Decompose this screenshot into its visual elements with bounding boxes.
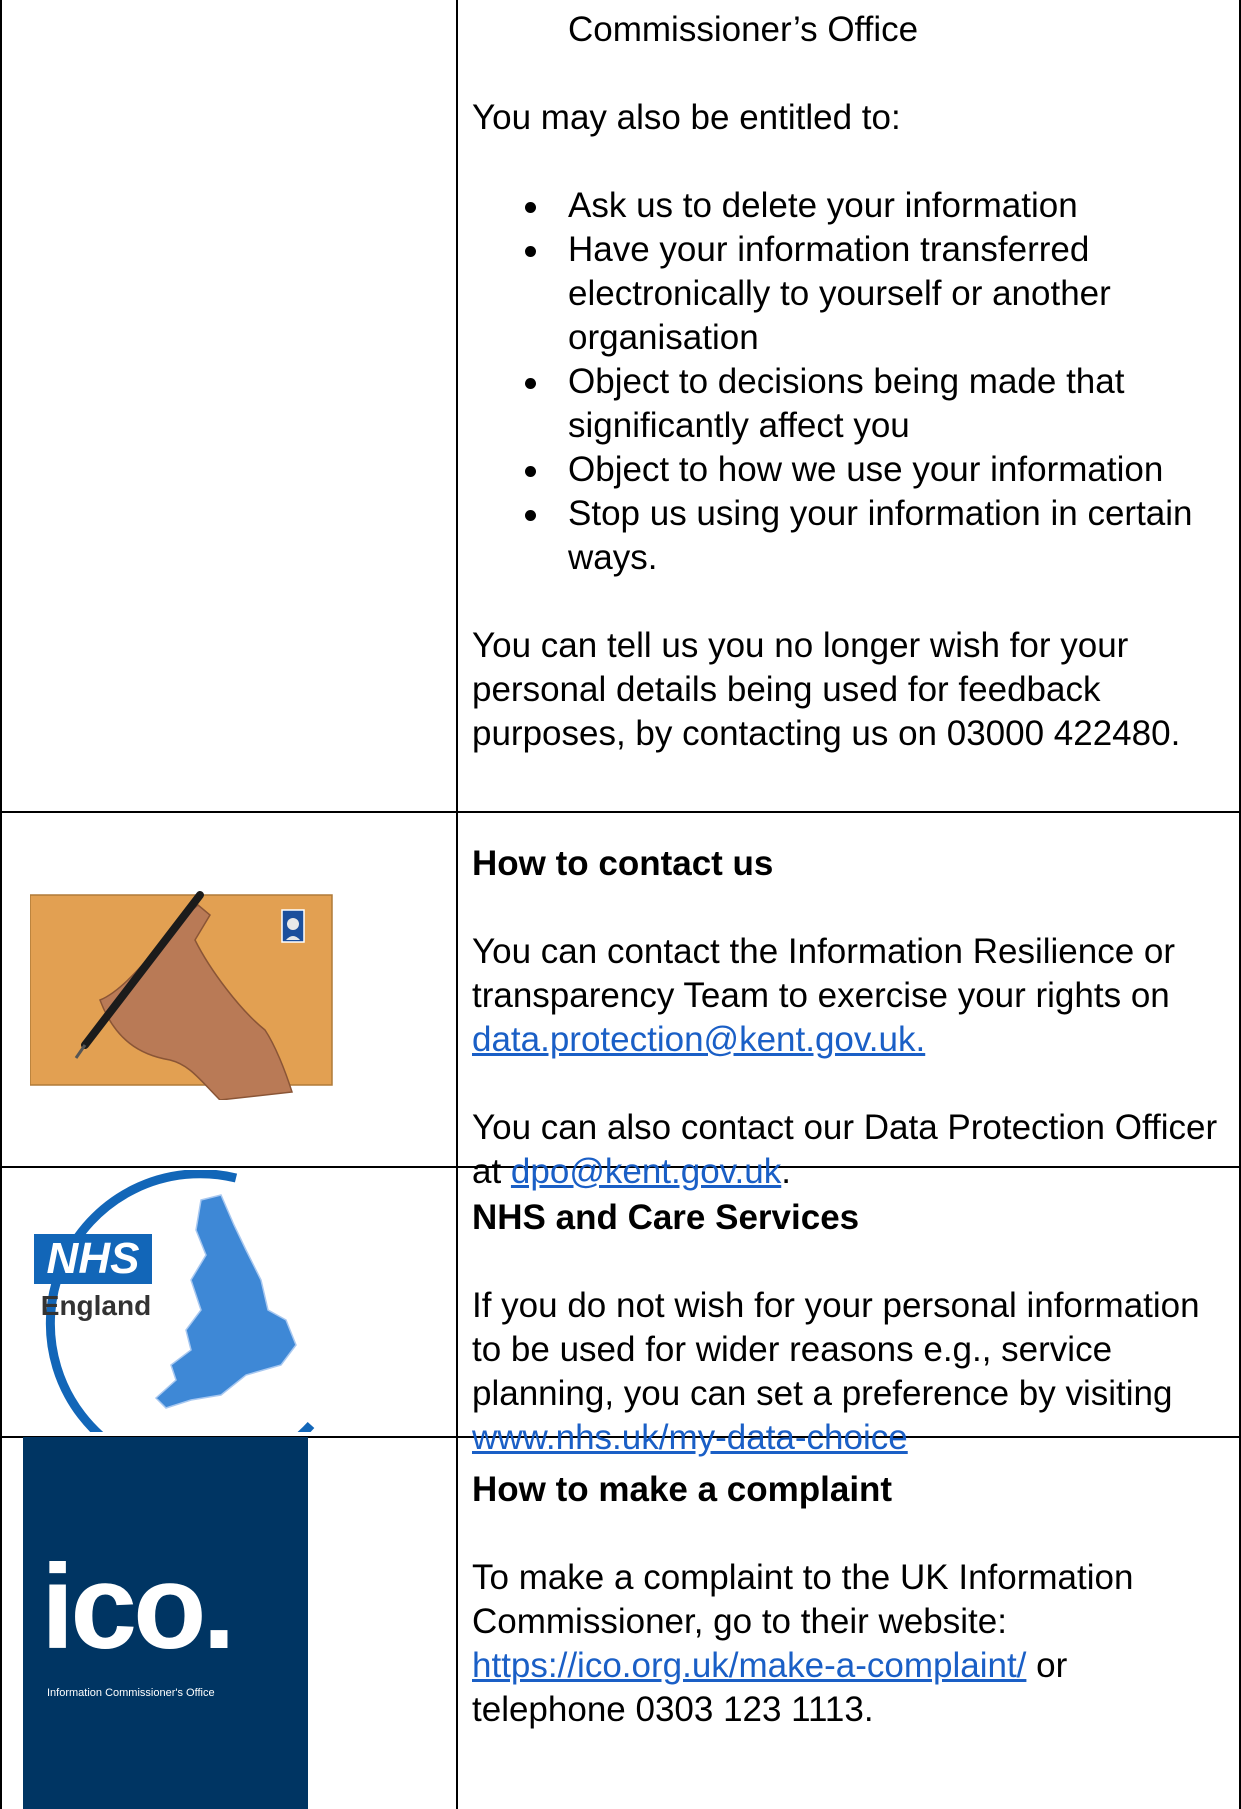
contact-text-lead: You can contact the Information Resilien… <box>472 932 1176 1015</box>
rights-list: Ask us to delete your information Have y… <box>472 184 1222 580</box>
nhs-text: If you do not wish for your personal inf… <box>472 1284 1222 1460</box>
complaint-cell: How to make a complaint To make a compla… <box>472 1468 1222 1732</box>
column-divider <box>456 0 458 1809</box>
entitled-intro: You may also be entitled to: <box>472 98 901 137</box>
list-item: Have your information transferred electr… <box>472 228 1222 360</box>
nhs-logo-text: NHS <box>46 1234 140 1283</box>
list-item: Stop us using your information in certai… <box>472 492 1222 580</box>
email-link[interactable]: data.protection@kent.gov.uk <box>472 1020 915 1059</box>
list-item: Object to how we use your information <box>472 448 1222 492</box>
feedback-text: You can tell us you no longer wish for y… <box>472 626 1181 753</box>
nhs-text-lead: If you do not wish for your personal inf… <box>472 1286 1200 1413</box>
dpo-text-end: . <box>781 1152 791 1191</box>
nhs-heading: NHS and Care Services <box>472 1198 860 1237</box>
ico-complaint-link[interactable]: https://ico.org.uk/make-a-complaint/ <box>472 1646 1026 1685</box>
complaint-text-lead: To make a complaint to the UK Informatio… <box>472 1558 1134 1641</box>
letter-writing-icon <box>29 870 342 1105</box>
contact-cell: How to contact us You can contact the In… <box>472 842 1222 1194</box>
contact-heading: How to contact us <box>472 844 774 883</box>
row-divider <box>2 811 1241 813</box>
nhs-logo-subtext: England <box>40 1290 152 1321</box>
dpo-text: You can also contact our Data Protection… <box>472 1106 1222 1194</box>
contact-text: You can contact the Information Resilien… <box>472 930 1222 1062</box>
ico-logo-text: ico. <box>41 1540 236 1674</box>
ico-logo-subtext: Information Commissioner's Office <box>47 1687 215 1699</box>
nhs-link[interactable]: www.nhs.uk/my-data-choice <box>472 1418 908 1457</box>
ico-logo: ico. Information Commissioner's Office <box>23 1437 308 1809</box>
nhs-england-map-logo: NHS England <box>6 1169 336 1479</box>
dpo-email-link[interactable]: dpo@kent.gov.uk <box>511 1152 781 1191</box>
document-table: Commissioner’s Office You may also be en… <box>0 0 1241 1809</box>
list-item: Ask us to delete your information <box>472 184 1222 228</box>
nhs-cell: NHS and Care Services If you do not wish… <box>472 1196 1222 1460</box>
list-item: Object to decisions being made that sign… <box>472 360 1222 448</box>
rights-cell: Commissioner’s Office You may also be en… <box>472 8 1222 756</box>
complaint-text: To make a complaint to the UK Informatio… <box>472 1556 1222 1732</box>
continued-text: Commissioner’s Office <box>568 10 919 49</box>
email-link-trail[interactable]: . <box>915 1020 925 1059</box>
complaint-heading: How to make a complaint <box>472 1470 893 1509</box>
